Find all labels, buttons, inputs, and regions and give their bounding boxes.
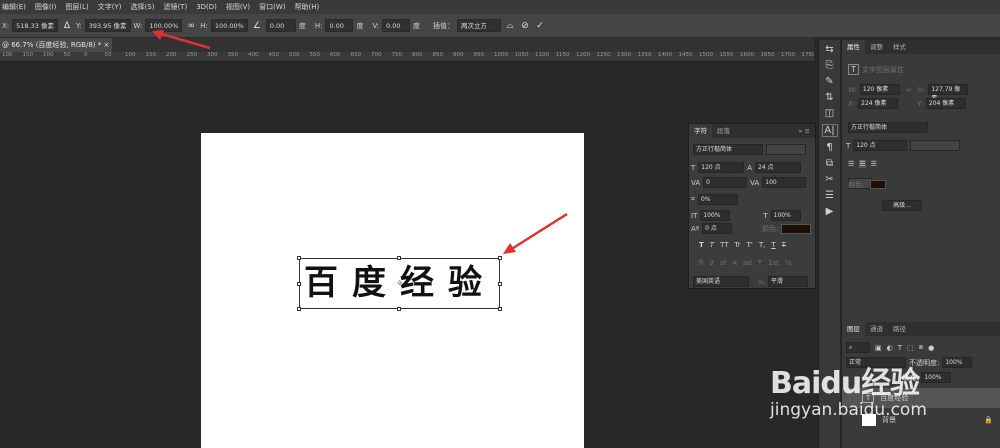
baseline-icon: Aª [691,224,700,233]
advanced-button[interactable]: 高级... [882,200,922,211]
arrow-to-bounding-box [509,212,568,252]
character-icon[interactable]: A| [821,124,838,137]
prop-link-icon[interactable]: ∞ [906,86,912,94]
glyph-icon[interactable]: ⧉ [822,158,838,169]
filter-smart-icon[interactable]: ⧈ [919,343,923,352]
properties-title: 文字图层属性 [861,65,904,74]
baidu-watermark-url: jingyan.baidu.com [770,400,927,420]
tab-adjustments[interactable]: 调整 [865,40,888,54]
leading-icon: A [747,163,753,172]
prop-x-field[interactable]: 224 像素 [858,98,899,109]
filter-adjust-icon[interactable]: ◐ [887,344,893,352]
baidu-watermark-logo: Baidu经验 [770,366,920,401]
lock-icon: 🔒 [984,416,993,424]
horizontal-scale-icon: T [763,211,768,220]
horizontal-scale-field[interactable]: 100% [770,210,801,221]
leading-field[interactable]: 24 点 [755,162,802,173]
layers-tabs: 图层 通道 路径 [842,322,1000,336]
clone-icon[interactable]: ◫ [822,108,838,119]
tab-layers[interactable]: 图层 [842,322,865,336]
prop-y-field[interactable]: 204 像素 [925,98,966,109]
filter-toggle-icon[interactable]: ● [928,344,934,352]
small-caps-button[interactable]: Tr [735,241,741,249]
font-family-select[interactable]: 方正行楷简体 [693,144,763,155]
ordinals-button[interactable]: 1st [768,259,779,267]
contextual-alt-button[interactable]: σ [709,259,713,267]
tab-paragraph[interactable]: 段落 [712,124,735,138]
baseline-field[interactable]: 0 点 [702,223,733,234]
filter-pixel-icon[interactable]: ▣ [875,344,882,352]
tools-icon[interactable]: ✂ [822,174,838,185]
tsume-field[interactable]: 0% [697,194,738,205]
prop-color-swatch[interactable] [870,180,886,189]
arrange-icon[interactable]: ⎘ [822,60,838,71]
fractions-button[interactable]: ½ [785,259,792,267]
arrow-to-link-icon [157,31,211,50]
char-color-swatch[interactable] [781,223,812,234]
underline-button[interactable]: T [771,241,775,249]
language-select[interactable]: 美国英语 [693,276,749,287]
tsume-icon: ⌗ [691,195,695,203]
align-center-icon[interactable]: ☰ [859,160,866,168]
prop-y-label: Y: [917,99,923,108]
faux-bold-button[interactable]: T [699,241,704,249]
titling-alt-button[interactable]: T [758,259,762,267]
vertical-scale-icon: IT [691,211,698,220]
antialias-select[interactable]: 平滑 [768,276,809,287]
align-left-icon[interactable]: ☰ [848,160,854,168]
antialias-label: aₐ [758,277,766,286]
properties-tabs: 属性 调整 样式 [842,40,1000,54]
play-icon[interactable]: ▶ [822,206,838,217]
faux-italic-button[interactable]: T [710,241,714,249]
prop-style-select[interactable] [910,140,961,151]
swash-button[interactable]: A [732,259,737,267]
font-style-select[interactable] [766,144,806,155]
prop-size-icon: T [846,141,851,150]
char-color-label: 颜色: [762,224,779,233]
kerning-field[interactable]: 0 [703,177,748,188]
align-right-icon[interactable]: ☰ [871,160,877,168]
tracking-icon: VA [750,178,760,187]
discretionary-ligature-button[interactable]: st [720,259,726,267]
text-layer-icon: T [848,64,859,75]
kerning-icon: VA [691,178,701,187]
panel-menu-icon[interactable]: » ≡ [794,124,816,138]
subscript-button[interactable]: T, [759,241,766,249]
tracking-field[interactable]: 100 [762,177,807,188]
tab-styles[interactable]: 样式 [888,40,911,54]
filter-shape-icon[interactable]: ⬚ [907,344,914,352]
character-panel-tabs: 字符 段落 » ≡ [689,124,815,138]
all-caps-button[interactable]: TT [720,241,728,249]
prop-h-label: H: [917,85,926,94]
strikethrough-button[interactable]: T [782,241,786,249]
tab-properties[interactable]: 属性 [842,40,865,54]
brush-icon[interactable]: ✎ [822,76,838,87]
vertical-scale-field[interactable]: 100% [700,210,731,221]
font-size-field[interactable]: 120 点 [698,162,745,173]
ligature-button[interactable]: fi [699,259,703,267]
opacity-field[interactable]: 100% [942,357,973,368]
layer-comp-icon[interactable]: ☰ [822,190,838,201]
tab-channels[interactable]: 通道 [865,322,888,336]
stylistic-alt-button[interactable]: ad [743,259,752,267]
prop-x-label: X: [848,99,856,108]
prop-size-field[interactable]: 120 点 [853,140,908,151]
fill-field[interactable]: 100% [921,372,952,383]
history-icon[interactable]: ⇆ [822,44,838,55]
adjust-icon[interactable]: ⇅ [822,92,838,103]
prop-w-field[interactable]: 120 像素 [859,84,900,95]
tab-paths[interactable]: 路径 [888,322,911,336]
prop-font-select[interactable]: 方正行楷简体 [848,122,928,133]
superscript-button[interactable]: T' [747,241,753,249]
paragraph-icon[interactable]: ¶ [822,142,838,153]
filter-type-icon[interactable]: T [898,344,902,352]
prop-w-label: W: [848,85,857,94]
font-size-icon: T [691,163,696,172]
layer-filter-select[interactable]: ⌕ [846,342,870,353]
prop-h-field[interactable]: 127.79 像素 [928,84,969,102]
tab-character[interactable]: 字符 [689,124,712,138]
character-panel: 字符 段落 » ≡ 方正行楷简体 T 120 点 A 24 点 VA 0 VA … [688,123,816,289]
prop-color-label: 颜色: [848,181,865,189]
